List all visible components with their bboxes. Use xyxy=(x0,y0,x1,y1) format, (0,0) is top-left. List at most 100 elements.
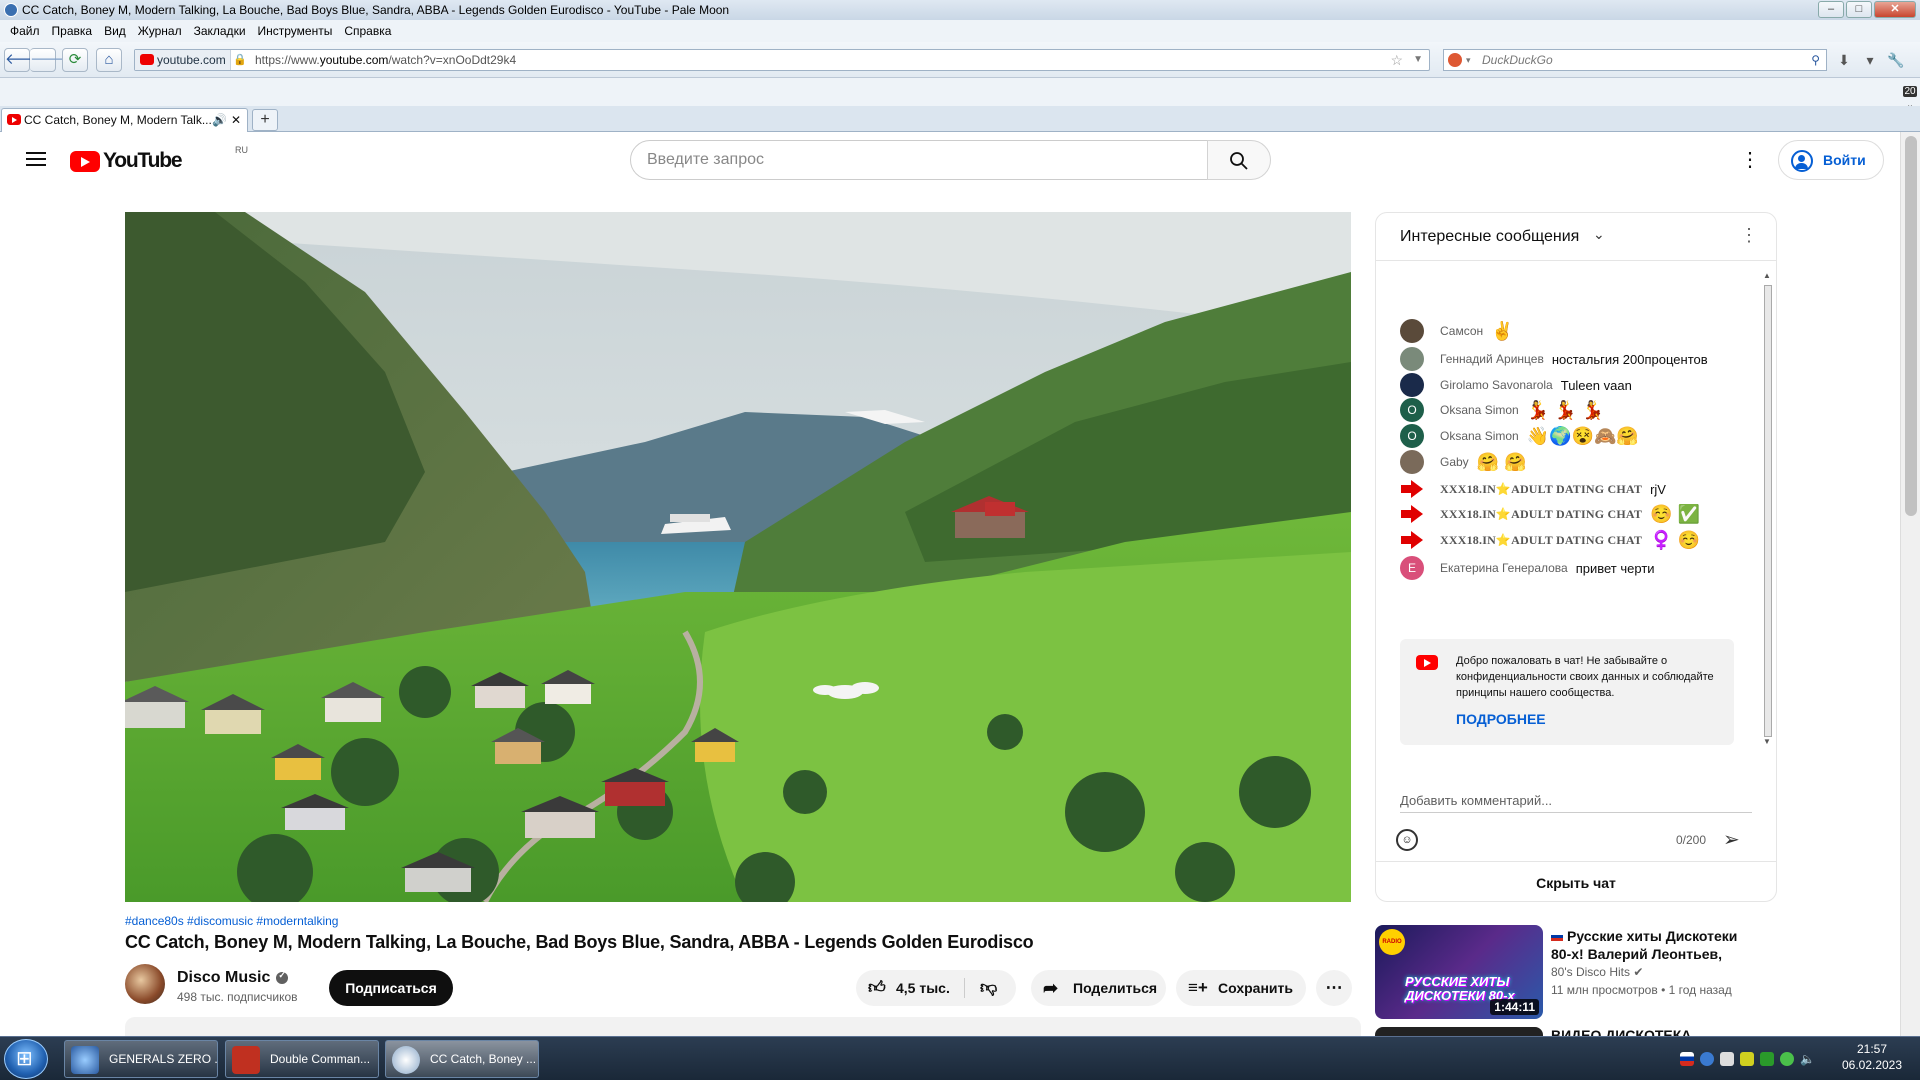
security-shield-icon[interactable] xyxy=(1760,1052,1774,1066)
hide-chat-button[interactable]: Скрыть чат xyxy=(1376,861,1776,901)
bookmark-star-icon[interactable]: ☆ xyxy=(1390,50,1403,70)
red-arrow-avatar-icon[interactable] xyxy=(1400,528,1424,552)
home-button[interactable]: ⌂ xyxy=(96,48,122,72)
close-window-button[interactable]: ✕ xyxy=(1874,1,1916,18)
channel-name[interactable]: Disco Music xyxy=(177,969,289,987)
video-player[interactable] xyxy=(125,212,1351,902)
thumbs-down-icon[interactable]: 👎︎ xyxy=(980,970,997,1006)
send-icon[interactable]: ➢ xyxy=(1723,827,1740,852)
chat-message[interactable]: XXX18.IN⭐ADULT DATING CHAT ☺️ ✅ xyxy=(1400,502,1703,526)
chat-message[interactable]: O Oksana Simon 👋🌍😵🙈🤗 xyxy=(1400,424,1642,448)
settings-more-icon[interactable]: ⋮ xyxy=(1740,148,1760,172)
video-hashtags[interactable]: #dance80s #discomusic #moderntalking xyxy=(125,914,338,928)
wrench-icon[interactable]: 🔧 xyxy=(1883,48,1909,72)
recommended-thumbnail[interactable] xyxy=(1375,1027,1543,1036)
site-identity[interactable]: youtube.com xyxy=(135,50,231,70)
red-arrow-avatar-icon[interactable] xyxy=(1400,477,1424,501)
search-bar[interactable]: ▾ DuckDuckGo ⚲ xyxy=(1443,49,1827,71)
description-box[interactable] xyxy=(125,1017,1361,1036)
more-actions-button[interactable]: ⋯ xyxy=(1316,970,1352,1006)
youtube-search-input[interactable]: Введите запрос xyxy=(630,140,1208,180)
search-icon[interactable]: ⚲ xyxy=(1811,50,1820,70)
minimize-button[interactable]: – xyxy=(1818,1,1844,18)
channel-avatar[interactable] xyxy=(125,964,165,1004)
learn-more-link[interactable]: ПОДРОБНЕЕ xyxy=(1456,711,1546,727)
save-button[interactable]: ≡+ Сохранить xyxy=(1176,970,1306,1006)
menu-edit[interactable]: Правка xyxy=(46,24,99,38)
network-globe-icon[interactable] xyxy=(1700,1052,1714,1066)
page-scrollbar[interactable] xyxy=(1900,132,1920,1036)
volume-icon[interactable]: 🔈 xyxy=(1800,1052,1815,1066)
user-avatar[interactable]: O xyxy=(1400,398,1424,422)
page-scroll-thumb[interactable] xyxy=(1905,136,1917,516)
tab-youtube[interactable]: CC Catch, Boney M, Modern Talk... 🔊 ✕ xyxy=(1,108,248,132)
chat-message[interactable]: XXX18.IN⭐ADULT DATING CHAT rjV xyxy=(1400,477,1666,501)
speaker-icon[interactable]: 🔊 xyxy=(212,109,227,131)
menu-history[interactable]: Журнал xyxy=(132,24,188,38)
chat-scrollbar[interactable]: ▲ ▼ xyxy=(1762,271,1774,746)
menu-tools[interactable]: Инструменты xyxy=(252,24,339,38)
system-clock[interactable]: 21:57 06.02.2023 xyxy=(1830,1041,1914,1073)
url-dropdown-icon[interactable]: ▼ xyxy=(1413,50,1423,70)
taskbar-item-pale-moon[interactable]: CC Catch, Boney ... xyxy=(385,1040,539,1078)
chat-scroll-thumb[interactable] xyxy=(1764,285,1772,737)
taskbar-item-double-commander[interactable]: Double Comman... xyxy=(225,1040,379,1078)
menu-file[interactable]: Файл xyxy=(4,24,46,38)
chat-message[interactable]: Е Екатерина Генералова привет черти xyxy=(1400,556,1655,580)
downloads-icon[interactable]: ⬇ xyxy=(1831,48,1857,72)
close-tab-icon[interactable]: ✕ xyxy=(231,109,241,131)
user-avatar[interactable]: Е xyxy=(1400,556,1424,580)
subscribe-button[interactable]: Подписаться xyxy=(329,970,453,1006)
message-text: rjV xyxy=(1650,481,1666,497)
maximize-button[interactable]: □ xyxy=(1846,1,1872,18)
like-count[interactable]: 4,5 тыс. xyxy=(896,970,950,1006)
menu-icon[interactable] xyxy=(26,152,46,166)
youtube-search-button[interactable] xyxy=(1207,140,1271,180)
display-icon[interactable] xyxy=(1720,1052,1734,1066)
menu-bookmarks[interactable]: Закладки xyxy=(188,24,252,38)
recommended-title[interactable]: ВИДЕО ДИСКОТЕКА xyxy=(1551,1027,1691,1036)
recommended-channel[interactable]: 80's Disco Hits ✔ xyxy=(1551,965,1643,979)
chevron-down-icon[interactable]: ⌄ xyxy=(1593,226,1605,243)
user-avatar[interactable] xyxy=(1400,319,1424,343)
power-icon[interactable] xyxy=(1740,1052,1754,1066)
recommended-thumbnail[interactable]: RADIO РУССКИЕ ХИТЫ ДИСКОТЕКИ 80-х 1:44:1… xyxy=(1375,925,1543,1019)
taskbar-item-generals[interactable]: GENERALS ZERO ... xyxy=(64,1040,218,1078)
user-avatar[interactable] xyxy=(1400,373,1424,397)
calendar-badge[interactable]: 20 xyxy=(1903,86,1917,97)
menu-view[interactable]: Вид xyxy=(98,24,132,38)
chat-mode-label[interactable]: Интересные сообщения xyxy=(1400,228,1579,246)
language-flag-icon[interactable] xyxy=(1680,1052,1694,1066)
scroll-up-icon[interactable]: ▲ xyxy=(1763,271,1771,280)
user-avatar[interactable] xyxy=(1400,450,1424,474)
user-avatar[interactable] xyxy=(1400,347,1424,371)
start-button[interactable] xyxy=(4,1039,48,1079)
share-button[interactable]: ➦ Поделиться xyxy=(1031,970,1166,1006)
youtube-logo[interactable]: YouTube RU xyxy=(70,145,248,173)
back-button[interactable]: 🡐 xyxy=(4,48,45,72)
user-avatar[interactable]: O xyxy=(1400,424,1424,448)
status-icon[interactable] xyxy=(1780,1052,1794,1066)
chat-message[interactable]: XXX18.IN⭐ADULT DATING CHAT ♀️ ☺️ xyxy=(1400,528,1703,552)
forward-button[interactable]: 🡒 xyxy=(30,48,70,72)
chat-comment-input[interactable]: Добавить комментарий... xyxy=(1400,793,1752,813)
menu-dropdown-icon[interactable]: ▾ xyxy=(1857,48,1883,72)
menu-help[interactable]: Справка xyxy=(338,24,397,38)
chat-message[interactable]: Gaby 🤗 🤗 xyxy=(1400,450,1530,474)
chat-message[interactable]: Геннадий Аринцев ностальгия 200процентов xyxy=(1400,347,1708,371)
engine-dropdown-icon[interactable]: ▾ xyxy=(1466,50,1471,70)
chat-more-icon[interactable]: ⋮ xyxy=(1740,225,1758,246)
red-arrow-avatar-icon[interactable] xyxy=(1400,502,1424,526)
scroll-down-icon[interactable]: ▼ xyxy=(1763,737,1771,746)
chat-message[interactable]: O Oksana Simon 💃 💃 💃 xyxy=(1400,398,1607,422)
chat-message[interactable]: Girolamo Savonarola Tuleen vaan xyxy=(1400,373,1632,397)
new-tab-button[interactable]: + xyxy=(252,109,278,131)
signin-button[interactable]: Войти xyxy=(1778,140,1884,180)
reload-button[interactable]: ⟳ xyxy=(62,48,88,72)
pale-moon-icon xyxy=(4,3,18,17)
address-bar[interactable]: youtube.com 🔒 https://www.youtube.com/wa… xyxy=(134,49,1430,71)
chat-message[interactable]: Самсон ✌️ xyxy=(1400,319,1517,343)
recommended-title[interactable]: Русские хиты Дискотеки 80-х! Валерий Лео… xyxy=(1551,927,1751,963)
emoji-icon[interactable]: ☺ xyxy=(1396,829,1418,851)
thumbs-up-icon[interactable]: 👍︎ xyxy=(868,970,886,1006)
